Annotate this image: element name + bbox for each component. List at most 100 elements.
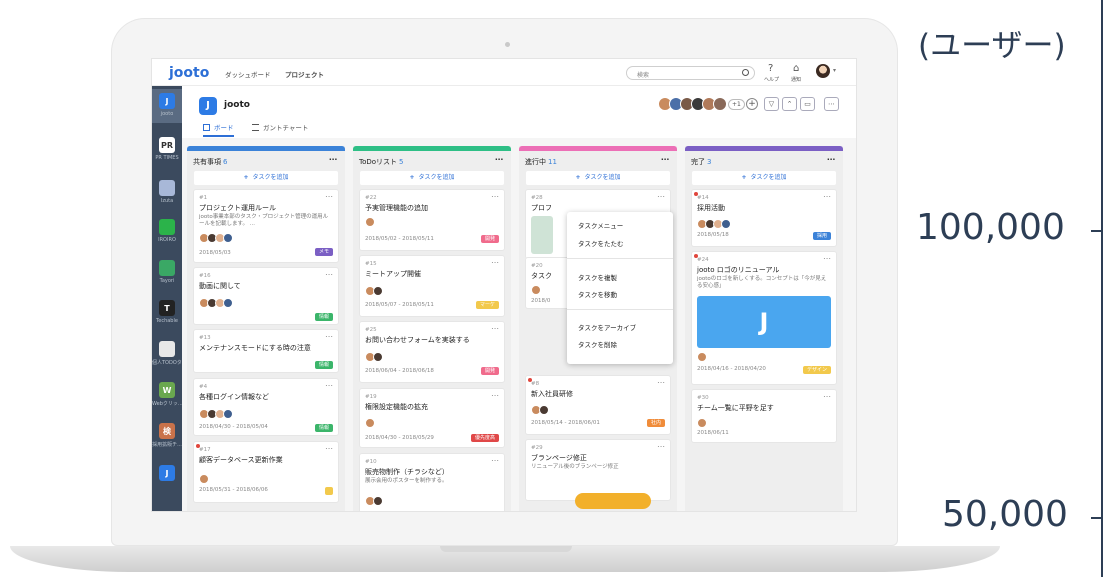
task-card[interactable]: #24 ⋯ jooto ロゴのリニューアル jootoのロゴを新しくする。コンセプトは… (692, 252, 836, 384)
sidebar-item[interactable]: 個人TODOタ... (152, 337, 182, 371)
assignee-avatar[interactable] (697, 352, 707, 362)
task-card[interactable]: #16 ⋯ 動画に関して 情報 (194, 268, 338, 324)
nav-project[interactable]: プロジェクト (285, 69, 324, 79)
sidebar-item[interactable]: J (152, 461, 182, 495)
task-card[interactable]: #30 ⋯ チーム一覧に平野を足す 2018/06/11 (692, 390, 836, 442)
task-card[interactable]: #17 ⋯ 顧客データベース更新作業 2018/05/31 - 2018/06/06 (194, 442, 338, 502)
column-title: 進行中 11 (525, 157, 557, 167)
task-menu-icon[interactable]: ⋯ (657, 192, 665, 201)
task-menu-icon[interactable]: ⋯ (325, 192, 333, 201)
sidebar-item[interactable]: Jjooto (152, 89, 182, 123)
member-more-count[interactable]: +1 (728, 99, 745, 110)
assignee-avatar[interactable] (373, 286, 383, 296)
chevron-up-icon[interactable]: ⌃ (782, 97, 797, 111)
assignee-avatar[interactable] (373, 352, 383, 362)
task-menu-icon[interactable]: ⋯ (325, 381, 333, 390)
task-menu-icon[interactable]: ⋯ (491, 324, 499, 333)
chevron-down-icon[interactable]: ▾ (833, 67, 836, 74)
column-menu-icon[interactable]: ⋯ (827, 155, 835, 164)
search-icon[interactable] (742, 69, 749, 76)
sidebar-item[interactable]: 検採用拡販チ... (152, 419, 182, 453)
task-menu-icon[interactable]: ⋯ (491, 391, 499, 400)
sidebar-item[interactable]: Tayori (152, 256, 182, 290)
add-task-button[interactable]: + タスクを追加 (526, 171, 670, 185)
sidebar-item[interactable]: Izuta (152, 176, 182, 210)
add-task-button[interactable]: + タスクを追加 (194, 171, 338, 185)
sidebar-item[interactable]: IROIRO (152, 215, 182, 249)
column-menu-icon[interactable]: ⋯ (495, 155, 503, 164)
task-menu-icon[interactable]: ⋯ (491, 258, 499, 267)
task-menu-icon[interactable]: ⋯ (491, 456, 499, 465)
add-task-button[interactable]: + タスクを追加 (692, 171, 836, 185)
task-card[interactable]: #19 ⋯ 権限設定機能の拡充 2018/04/30 - 2018/05/29 優先度高 (360, 389, 504, 447)
help-label[interactable]: ヘルプ (764, 76, 779, 83)
notify-label[interactable]: 通知 (791, 76, 801, 83)
filter-icon[interactable]: ▽ (764, 97, 779, 111)
add-task-button[interactable]: + タスクを追加 (360, 171, 504, 185)
column-menu-icon[interactable]: ⋯ (661, 155, 669, 164)
tab-gantt[interactable]: ガントチャート (252, 122, 308, 132)
assignee-avatar[interactable] (721, 219, 731, 229)
task-menu-icon[interactable]: ⋯ (657, 442, 665, 451)
menu-item-delete-task[interactable]: タスクを削除 (578, 339, 617, 349)
app-logo[interactable]: jooto (169, 65, 209, 81)
sidebar-item-label: PR TIMES (155, 155, 179, 161)
menu-item-archive-task[interactable]: タスクをアーカイブ (578, 322, 636, 332)
task-description: jootoのロゴを新しくする。コンセプトは「今が見える安心感」 (697, 276, 827, 289)
member-avatar[interactable] (713, 97, 727, 111)
sidebar-project-icon (159, 260, 175, 276)
column-color-bar (353, 146, 511, 151)
user-avatar[interactable] (816, 64, 830, 78)
task-card[interactable]: #29 ⋯ ブランページ修正 リニューアル後のブランページ修正 (526, 440, 670, 500)
bell-icon[interactable]: ⌂ (793, 63, 799, 74)
column-count: 5 (399, 158, 404, 166)
assignee-avatar[interactable] (223, 298, 233, 308)
task-menu-icon[interactable]: ⋯ (325, 332, 333, 341)
task-menu-icon[interactable]: ⋯ (325, 270, 333, 279)
menu-item-move-task[interactable]: タスクを移動 (578, 289, 617, 299)
task-menu-icon[interactable]: ⋯ (491, 192, 499, 201)
question-icon[interactable]: ? (768, 63, 773, 74)
task-menu-icon[interactable]: ⋯ (823, 192, 831, 201)
task-card[interactable]: #22 ⋯ 予実管理機能の追加 2018/05/02 - 2018/05/11 開発 (360, 190, 504, 250)
search-input[interactable]: 検索 (626, 66, 755, 80)
task-menu-icon[interactable]: ⋯ (325, 444, 333, 453)
sidebar-item[interactable]: T Techable (152, 296, 182, 330)
task-card[interactable]: #4 ⋯ 各種ログイン情報など 2018/04/30 - 2018/05/04 情報 (194, 379, 338, 435)
assignee-avatar[interactable] (539, 405, 549, 415)
assignee-avatar[interactable] (365, 418, 375, 428)
task-card[interactable]: #13 ⋯ メンテナンスモードにする時の注意 情報 (194, 330, 338, 372)
tab-board[interactable]: ボード (203, 122, 234, 137)
menu-item-duplicate-task[interactable]: タスクを複製 (578, 272, 617, 282)
assignee-avatar[interactable] (199, 474, 209, 484)
nav-dashboard[interactable]: ダッシュボード (225, 69, 271, 79)
sidebar-item[interactable]: W Webクリッ... (152, 378, 182, 412)
add-task-label: タスクを追加 (750, 174, 787, 181)
task-card[interactable]: #15 ⋯ ミートアップ開催 2018/05/07 - 2018/05/11 マーケ (360, 256, 504, 316)
task-menu-icon[interactable]: ⋯ (823, 392, 831, 401)
column-menu-icon[interactable]: ⋯ (329, 155, 337, 164)
task-card[interactable]: #14 ⋯ 採用活動 2018/05/18 採用 (692, 190, 836, 246)
task-label-badge (325, 487, 333, 495)
task-menu-icon[interactable]: ⋯ (823, 254, 831, 263)
assignee-avatar[interactable] (365, 217, 375, 227)
task-card[interactable]: #25 ⋯ お問い合わせフォームを実装する 2018/06/04 - 2018/06/… (360, 322, 504, 382)
assignee-avatar[interactable] (531, 285, 541, 295)
task-label-badge: 採用 (812, 232, 831, 240)
sidebar-project-icon (159, 219, 175, 235)
task-card[interactable]: #1 ⋯ プロジェクト運用ルール jooto事業本部のタスク・プロジェクト管理の運用ル… (194, 190, 338, 262)
task-number: #28 (531, 195, 543, 201)
menu-item-collapse-task[interactable]: タスクをたたむ (578, 238, 624, 248)
floating-action-button[interactable] (575, 493, 651, 509)
sidebar-item[interactable]: PR PR TIMES (152, 133, 182, 167)
add-member-button[interactable]: + (746, 98, 758, 110)
task-card[interactable]: #10 ⋯ 販売物制作（チラシなど） 展示会用のポスターを制作する。 (360, 454, 504, 511)
task-menu-icon[interactable]: ⋯ (657, 378, 665, 387)
folder-icon[interactable]: ▭ (800, 97, 815, 111)
assignee-avatar[interactable] (223, 233, 233, 243)
task-card[interactable]: #8 ⋯ 新入社員研修 2018/05/14 - 2018/06/01 社内 (526, 376, 670, 434)
assignee-avatar[interactable] (697, 418, 707, 428)
assignee-avatar[interactable] (373, 496, 383, 506)
more-icon[interactable]: ⋯ (824, 97, 839, 111)
assignee-avatar[interactable] (223, 409, 233, 419)
